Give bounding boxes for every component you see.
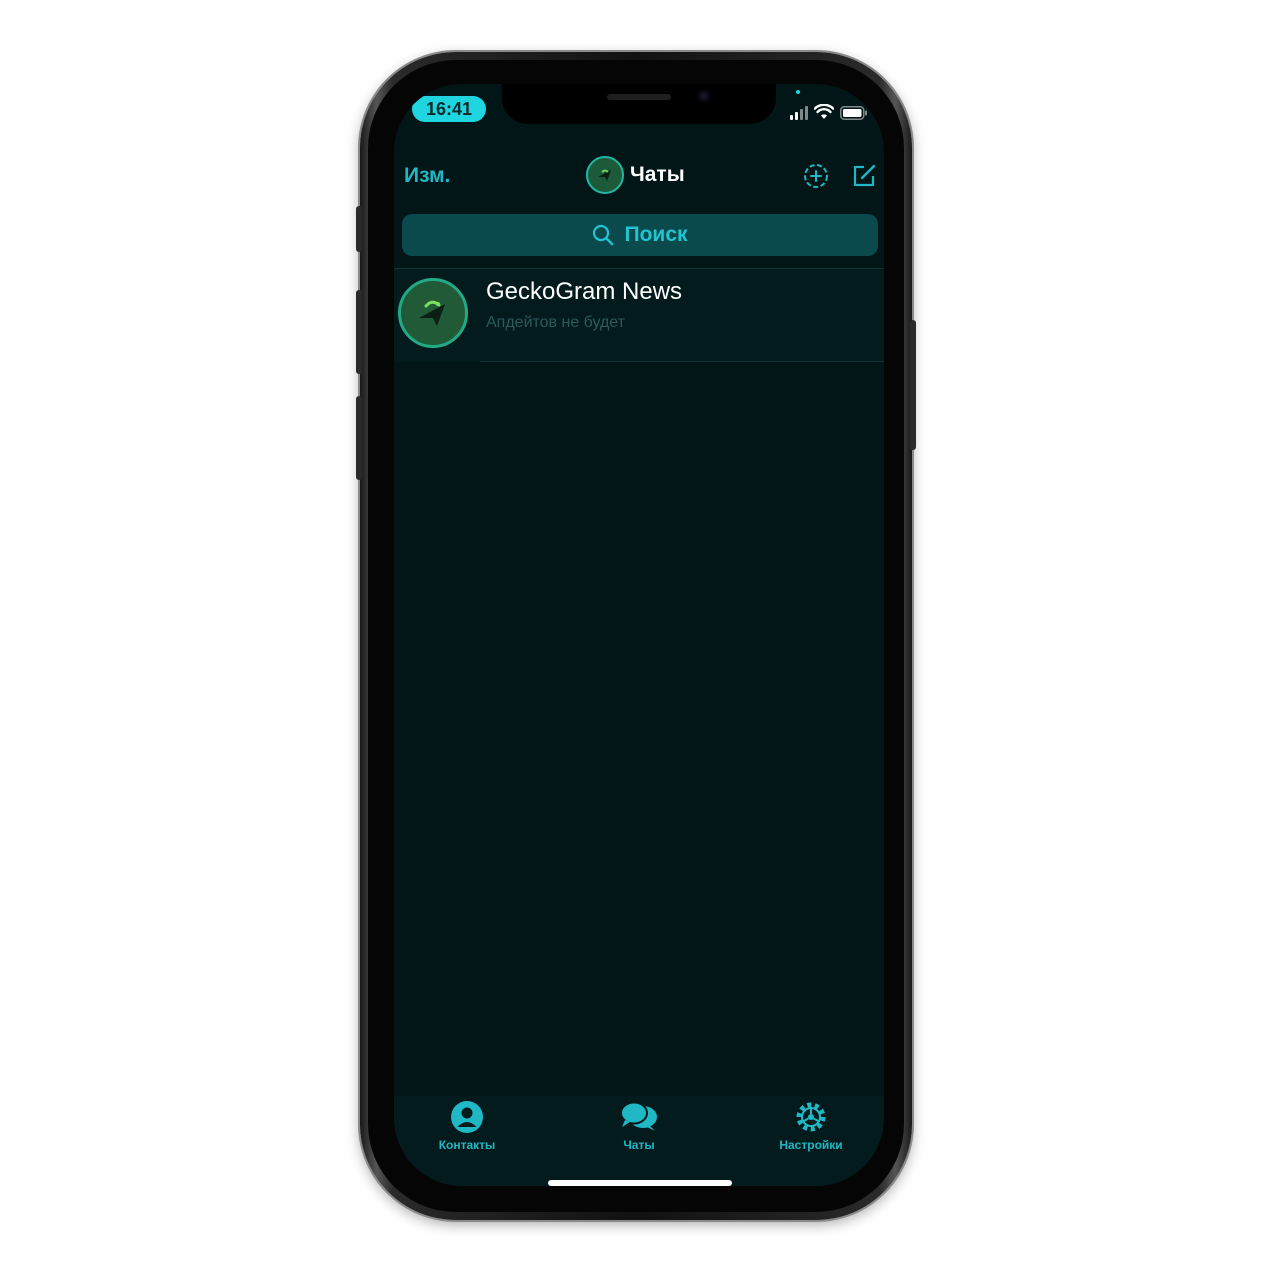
- wifi-icon: [814, 104, 834, 119]
- nav-title: Чаты: [586, 156, 685, 194]
- battery-icon: [840, 106, 867, 120]
- chat-list-item[interactable]: GeckoGram News Апдейтов не будет: [394, 268, 884, 362]
- home-indicator[interactable]: [548, 1180, 732, 1186]
- page-title: Чаты: [630, 163, 685, 186]
- app-screen: 16:41 Изм. Чаты Поиск GeckoGram News Апд…: [394, 84, 884, 1186]
- status-icons: [790, 100, 868, 120]
- chat-name: GeckoGram News: [486, 278, 683, 305]
- divider: [480, 361, 884, 362]
- search-icon: [593, 224, 614, 246]
- speaker: [607, 94, 671, 100]
- tab-settings[interactable]: Настройки: [751, 1100, 871, 1152]
- gecko-plane-icon: [419, 300, 445, 326]
- app-logo-avatar: [586, 156, 624, 194]
- new-story-icon[interactable]: [802, 162, 830, 190]
- front-camera: [698, 90, 710, 102]
- signal-icon: [790, 106, 808, 120]
- gecko-plane-icon: [598, 169, 611, 181]
- search-bar[interactable]: Поиск: [402, 214, 878, 256]
- tab-contacts-label: Контакты: [438, 1138, 496, 1152]
- tab-chats[interactable]: Чаты: [579, 1100, 699, 1152]
- privacy-indicator: [796, 90, 800, 94]
- navigation-bar: Изм. Чаты: [394, 156, 884, 196]
- chat-last-message: Апдейтов не будет: [486, 314, 625, 331]
- tab-contacts[interactable]: Контакты: [407, 1100, 527, 1152]
- volume-down-button: [356, 396, 362, 480]
- notch: [502, 84, 776, 124]
- tab-bar: Контакты Чаты Настройки: [394, 1096, 884, 1186]
- person-icon: [451, 1101, 483, 1133]
- divider: [394, 268, 884, 269]
- mute-switch: [356, 206, 362, 252]
- power-button: [910, 320, 916, 450]
- chat-bubbles-icon: [620, 1101, 657, 1131]
- status-time: 16:41: [412, 96, 486, 122]
- gear-icon: [796, 1102, 826, 1132]
- search-placeholder: Поиск: [624, 223, 688, 246]
- edit-button[interactable]: Изм.: [404, 164, 450, 188]
- volume-up-button: [356, 290, 362, 374]
- chat-avatar: [398, 278, 468, 348]
- tab-chats-label: Чаты: [623, 1138, 655, 1152]
- tab-settings-label: Настройки: [779, 1138, 843, 1152]
- compose-icon[interactable]: [850, 162, 878, 190]
